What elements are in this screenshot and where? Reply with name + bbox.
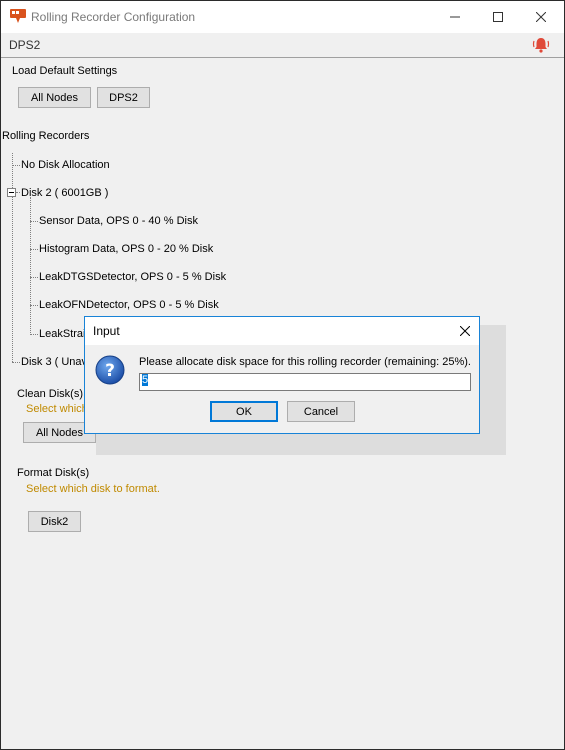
tree-item-disk2[interactable]: Disk 2 ( 6001GB ) (21, 187, 108, 199)
tree-item-no-disk[interactable]: No Disk Allocation (21, 159, 110, 171)
window-title: Rolling Recorder Configuration (31, 10, 196, 24)
load-default-heading: Load Default Settings (12, 65, 118, 77)
disk2-children-line (30, 197, 31, 335)
tree-branch (30, 305, 38, 306)
close-button[interactable] (518, 1, 564, 33)
maximize-icon (493, 12, 503, 22)
dialog-title-bar: Input (85, 317, 479, 345)
format-disk2-button[interactable]: Disk2 (28, 511, 81, 532)
format-disks-heading: Format Disk(s) (17, 467, 90, 479)
alarm-bell-icon[interactable] (532, 36, 550, 54)
close-icon (460, 326, 470, 336)
svg-text:?: ? (105, 361, 115, 381)
allocation-input-value: 5 (142, 374, 149, 386)
header-bar: DPS2 (1, 33, 564, 58)
tree-branch (30, 249, 38, 250)
collapse-disk2-icon[interactable] (7, 188, 16, 197)
clean-disks-heading: Clean Disk(s) (17, 388, 84, 400)
dialog-title: Input (93, 324, 120, 338)
minimize-button[interactable] (432, 1, 478, 33)
load-all-nodes-button[interactable]: All Nodes (18, 87, 91, 108)
input-dialog: Input ? Please allocate disk space for t… (84, 316, 480, 434)
tree-item-leak-dtgs[interactable]: LeakDTGSDetector, OPS 0 - 5 % Disk (39, 271, 226, 283)
tree-item-histogram-data[interactable]: Histogram Data, OPS 0 - 20 % Disk (39, 243, 213, 255)
app-logo-icon (10, 9, 26, 23)
ok-button[interactable]: OK (210, 401, 278, 422)
tree-branch (12, 362, 20, 363)
dialog-message: Please allocate disk space for this roll… (139, 356, 471, 368)
node-name: DPS2 (9, 38, 41, 52)
tree-branch (30, 277, 38, 278)
question-icon: ? (95, 355, 125, 385)
tree-item-leak-ofn[interactable]: LeakOFNDetector, OPS 0 - 5 % Disk (39, 299, 219, 311)
dialog-close-button[interactable] (451, 317, 479, 345)
tree-item-disk3[interactable]: Disk 3 ( Unava (21, 356, 93, 368)
title-bar: Rolling Recorder Configuration (1, 1, 564, 33)
allocation-input[interactable]: 5 (139, 373, 471, 391)
close-icon (536, 12, 546, 22)
clean-disks-hint: Select which (26, 403, 88, 415)
tree-item-sensor-data[interactable]: Sensor Data, OPS 0 - 40 % Disk (39, 215, 198, 227)
tree-branch (30, 221, 38, 222)
rolling-recorders-heading: Rolling Recorders (2, 130, 90, 142)
tree-branch (12, 165, 20, 166)
maximize-button[interactable] (475, 1, 521, 33)
load-dps2-button[interactable]: DPS2 (97, 87, 150, 108)
tree-branch (30, 334, 38, 335)
format-disks-hint: Select which disk to format. (26, 483, 160, 495)
minimize-icon (450, 16, 460, 18)
tree-branch (16, 192, 20, 193)
cancel-button[interactable]: Cancel (287, 401, 355, 422)
tree-root-line (12, 153, 13, 362)
